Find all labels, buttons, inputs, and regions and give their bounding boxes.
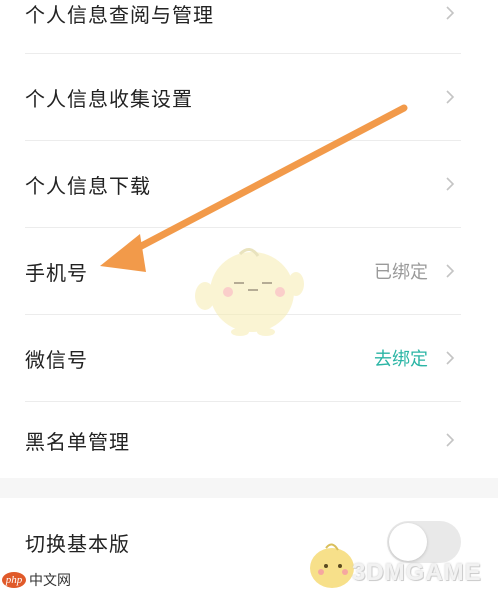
settings-item-right: 已绑定 bbox=[374, 258, 458, 284]
settings-item-label: 个人信息收集设置 bbox=[25, 86, 193, 111]
settings-item-wechat[interactable]: 微信号 去绑定 bbox=[0, 315, 498, 401]
phone-bind-status: 已绑定 bbox=[374, 262, 428, 283]
settings-item-right bbox=[442, 176, 458, 192]
settings-item-label: 个人信息下载 bbox=[25, 173, 151, 198]
settings-item-right: 去绑定 bbox=[374, 345, 458, 371]
chevron-right-icon bbox=[446, 90, 455, 104]
settings-item-label: 黑名单管理 bbox=[25, 429, 130, 454]
settings-item-label: 个人信息查阅与管理 bbox=[25, 2, 214, 27]
settings-item-label: 微信号 bbox=[25, 347, 88, 372]
chevron-right-icon bbox=[446, 6, 455, 20]
chevron-right-icon bbox=[446, 264, 455, 278]
section-gap bbox=[0, 478, 498, 498]
php-site-text: 中文网 bbox=[29, 573, 71, 589]
chevron-right-icon bbox=[446, 433, 455, 447]
settings-item-personal-info-management[interactable]: 个人信息查阅与管理 bbox=[0, 0, 498, 38]
settings-item-download[interactable]: 个人信息下载 bbox=[0, 141, 498, 227]
php-watermark: php 中文网 bbox=[2, 570, 71, 590]
settings-item-collection-settings[interactable]: 个人信息收集设置 bbox=[0, 54, 498, 140]
php-badge: php bbox=[2, 572, 26, 588]
3dmgame-watermark: 3DMGAME bbox=[352, 559, 482, 586]
toggle-knob bbox=[389, 523, 427, 561]
settings-item-phone[interactable]: 手机号 已绑定 bbox=[0, 228, 498, 314]
chevron-right-icon bbox=[446, 177, 455, 191]
wechat-bind-action[interactable]: 去绑定 bbox=[374, 345, 428, 371]
chevron-right-icon bbox=[446, 351, 455, 365]
basic-mode-toggle[interactable] bbox=[387, 521, 461, 563]
settings-item-right bbox=[442, 5, 458, 21]
settings-item-label: 切换基本版 bbox=[25, 531, 130, 556]
settings-item-blacklist[interactable]: 黑名单管理 bbox=[0, 402, 498, 478]
settings-item-right bbox=[442, 89, 458, 105]
settings-item-right bbox=[442, 432, 458, 448]
settings-item-label: 手机号 bbox=[25, 260, 88, 285]
